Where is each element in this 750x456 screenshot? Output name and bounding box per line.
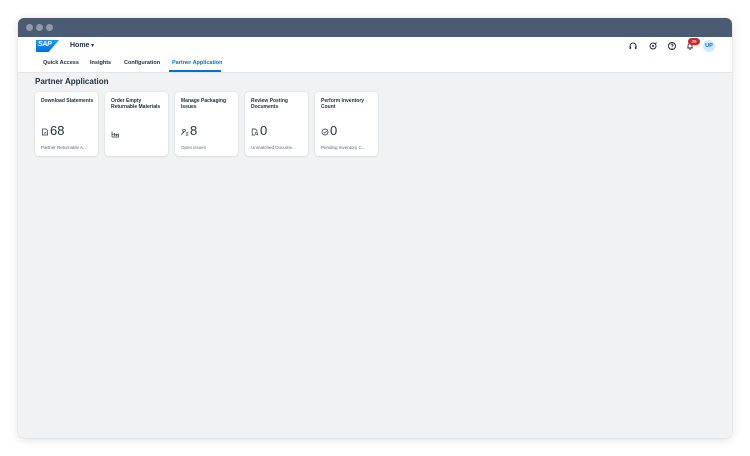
window-close-dot[interactable] — [26, 24, 33, 31]
joule-assistant-icon[interactable] — [648, 41, 658, 51]
section-title: Partner Application — [35, 77, 109, 86]
factory-icon — [111, 130, 119, 138]
tile-footer: Pending Inventory C... — [321, 145, 366, 150]
tab-configuration[interactable]: Configuration — [124, 60, 160, 66]
tab-insights[interactable]: Insights — [90, 60, 111, 66]
window-maximize-dot[interactable] — [46, 24, 53, 31]
tab-partner-application[interactable]: Partner Application — [172, 60, 223, 66]
headset-icon[interactable] — [628, 41, 638, 51]
tile-download-statements[interactable]: Download Statements 68 Partner Returnabl… — [35, 92, 98, 156]
tile-footer: Open issues — [181, 145, 207, 150]
shell-bar: SAP Home ▾ 39 UP — [18, 37, 732, 53]
help-icon[interactable] — [667, 41, 677, 51]
tile-perform-inventory-count[interactable]: Perform Inventory Count 0 Pending Invent… — [315, 92, 378, 156]
home-menu-label[interactable]: Home — [70, 42, 89, 49]
person-list-icon — [181, 128, 189, 136]
chevron-down-icon[interactable]: ▾ — [91, 42, 94, 49]
tab-bar: Quick Access Insights Configuration Part… — [18, 53, 732, 73]
document-search-icon — [251, 128, 259, 136]
sap-logo[interactable]: SAP — [36, 40, 59, 52]
active-tab-indicator — [169, 70, 221, 72]
tile-value: 8 — [190, 123, 198, 138]
tile-value: 68 — [50, 123, 65, 138]
tile-manage-packaging-issues[interactable]: Manage Packaging Issues 8 Open issues — [175, 92, 238, 156]
window-minimize-dot[interactable] — [36, 24, 43, 31]
tile-review-posting-documents[interactable]: Review Posting Documents 0 Unmatched Doc… — [245, 92, 308, 156]
tile-title: Download Statements — [41, 98, 94, 104]
tile-title: Order Empty Returnable Materials — [111, 98, 161, 110]
tile-footer: Unmatched Docume... — [251, 145, 296, 150]
tile-order-empty-returnable-materials[interactable]: Order Empty Returnable Materials — [105, 92, 168, 156]
window-titlebar — [18, 18, 732, 37]
user-avatar[interactable]: UP — [703, 40, 715, 52]
notification-badge: 39 — [688, 38, 700, 45]
tile-title: Perform Inventory Count — [321, 98, 365, 110]
logo-text: SAP — [38, 41, 52, 48]
tab-quick-access[interactable]: Quick Access — [43, 60, 79, 66]
document-chart-icon — [41, 128, 49, 136]
tile-footer: Partner Returnable A... — [41, 145, 87, 150]
tile-value: 0 — [260, 123, 268, 138]
tile-title: Manage Packaging Issues — [181, 98, 227, 110]
inventory-check-icon — [321, 128, 329, 136]
tile-value: 0 — [330, 123, 338, 138]
app-window: SAP Home ▾ 39 UP Quick Access Insights C… — [18, 18, 732, 438]
tile-title: Review Posting Documents — [251, 98, 288, 110]
